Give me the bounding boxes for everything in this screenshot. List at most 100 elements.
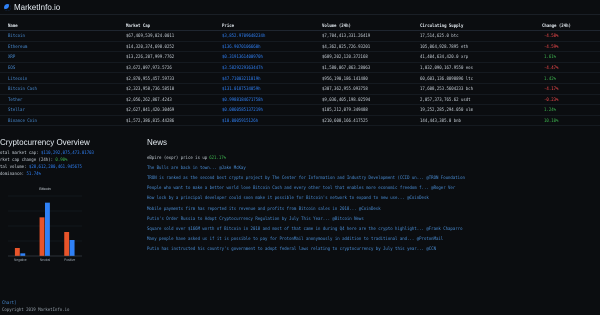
table-row: Binance Coin $1,572,386,815.44286 $10.00… [0, 116, 600, 127]
volume-value: $105,212,079.349488 [322, 107, 368, 113]
news-item[interactable]: Mobile payments firm has reported its re… [147, 203, 600, 213]
news-item[interactable]: Putin has instructed his country's gover… [147, 244, 600, 254]
table-header-row: Name Market Cap Price Volume (24h) Circu… [0, 20, 600, 31]
coin-name-link[interactable]: XRP [0, 54, 126, 59]
market-cap-value: $2,627,041,420.30469 [126, 107, 175, 113]
supply-value: 17,608,253.5604233 bch [420, 86, 473, 92]
news-panel: News eBpire (expr) price is up 621.17% T… [147, 138, 600, 254]
brand-name: MarketInfo.io [14, 3, 61, 12]
news-link[interactable]: Putin has instructed his country's gover… [147, 246, 436, 251]
supply-value: 2,057,373,765.62 usdt [420, 96, 471, 102]
chart-tick-label: Negative [14, 258, 27, 262]
price-value: $0.0860585137219h [222, 107, 263, 113]
news-link[interactable]: TRON is ranked as the second best crypto… [147, 175, 465, 180]
news-link[interactable]: Mobile payments firm has reported its re… [147, 206, 381, 211]
change-badge: 1.24% [544, 107, 557, 113]
copyright-text: Copyright 2019 MarketInfo.io [2, 307, 70, 312]
news-link[interactable]: People who want to make a better world l… [147, 185, 455, 190]
stat-total-market-cap: otal market cap: $110,292,075,473.01703 [0, 149, 150, 156]
market-cap-value: $67,469,539,024.0011 [126, 33, 175, 39]
chart-bar [39, 217, 45, 256]
supply-value: 41,404,634,420.0 xrp [420, 54, 469, 60]
volume-value: $307,362,955.093758 [322, 86, 368, 92]
chart-tick-label: Positive [64, 258, 75, 262]
stat-label: dominance: [0, 171, 25, 176]
overview-stats: otal market cap: $110,292,075,473.01703 … [0, 149, 150, 177]
coin-name-link[interactable]: Binance Coin [0, 118, 126, 123]
market-cap-value: $3,672,097,973.5726 [126, 65, 172, 71]
supply-value: 17,514,625.0 btc [420, 33, 459, 39]
change-badge: -4.59% [544, 43, 559, 49]
stat-total-volume: tal volume: $28,612,280,461.945675 [0, 163, 150, 170]
coin-name-link[interactable]: Bitcoin [0, 33, 126, 38]
change-badge: -0.23% [544, 96, 559, 102]
news-item[interactable]: TRON is ranked as the second best crypto… [147, 172, 600, 182]
coin-name-link[interactable]: Bitcoin Cash [0, 86, 126, 91]
change-badge: -4.17% [544, 86, 559, 92]
news-link[interactable]: How lock by a principal developer could … [147, 195, 429, 200]
news-link[interactable]: Square sold over $166M worth of Bitcoin … [147, 226, 462, 231]
top-bar: MarketInfo.io [0, 0, 600, 15]
market-cap-value: $2,056,262,867.4243 [126, 96, 172, 102]
stat-label: tal volume: [0, 164, 27, 169]
markets-table: Name Market Cap Price Volume (24h) Circu… [0, 20, 600, 127]
coin-name-link[interactable]: Tether [0, 97, 126, 102]
news-text: eBpire (expr) price is up [147, 154, 208, 160]
col-market-cap: Market Cap [126, 22, 151, 28]
volume-value: $9,036,405,198.02594 [322, 96, 371, 102]
table-row: Bitcoin Cash $2,323,958,736.58510 $131.0… [0, 84, 600, 95]
chart-bar [69, 240, 75, 256]
chart-link[interactable]: Chart] [2, 300, 16, 305]
news-item[interactable]: Putin's Order Russia to Adopt Cryptocurr… [147, 213, 600, 223]
price-value: $0.9988184671758h [222, 96, 263, 102]
col-volume: Volume (24h) [322, 22, 351, 28]
change-badge: 1.61% [544, 54, 557, 60]
coin-name-link[interactable]: Stellar [0, 107, 126, 112]
news-item[interactable]: The Bulls are back in town... @Jake McKa… [147, 162, 600, 172]
stat-value: 0.90% [55, 157, 68, 162]
market-cap-value: $14,320,374,698.0252 [126, 43, 175, 49]
supply-value: 144,443,385.0 bnb [420, 118, 461, 124]
volume-value: $210,608,166.417525 [322, 118, 368, 124]
news-link[interactable]: Putin's Order Russia to Adopt Cryptocurr… [147, 216, 364, 221]
stat-value: $110,292,075,473.01703 [40, 150, 94, 155]
news-link[interactable]: Many people have asked us if it is possi… [147, 236, 443, 241]
coin-name-link[interactable]: Ethereum [0, 44, 126, 49]
change-badge: -4.47% [544, 65, 559, 71]
col-supply: Circulating Supply [420, 22, 464, 28]
news-item[interactable]: How lock by a principal developer could … [147, 193, 600, 203]
table-row: EOS $3,672,097,973.5726 $3.5829229363447… [0, 63, 600, 74]
news-title: News [147, 138, 168, 147]
news-item[interactable]: Many people have asked us if it is possi… [147, 234, 600, 244]
price-value: $131.0187534059h [222, 86, 261, 92]
change-badge: 10.10% [544, 118, 559, 124]
news-item[interactable]: Square sold over $166M worth of Bitcoin … [147, 223, 600, 233]
news-item: eBpire (expr) price is up 621.17% [147, 152, 600, 162]
overview-title: Cryptocurrency Overview [0, 138, 90, 147]
market-cap-value: $2,870,955,457.59733 [126, 75, 175, 81]
supply-value: 1,032,090,167.9550 eos [420, 65, 473, 71]
stat-label: rket cap change (24h): [0, 157, 53, 162]
news-link[interactable]: The Bulls are back in town... @Jake McKa… [147, 165, 246, 170]
chart-bar [45, 202, 50, 256]
news-item[interactable]: People who want to make a better world l… [147, 183, 600, 193]
stat-value: $28,612,280,461.945675 [28, 164, 82, 169]
volume-value: $1,580,067,863.28063 [322, 65, 371, 71]
market-cap-value: $2,323,958,736.58510 [126, 86, 175, 92]
coin-name-link[interactable]: Litecoin [0, 76, 126, 81]
chart-tick-label: Neutral [40, 258, 51, 262]
stat-dominance: dominance: 51.74% [0, 170, 150, 177]
col-price: Price [222, 22, 235, 28]
volume-value: $7,704,413,331.26419 [322, 33, 371, 39]
chart-bar [64, 232, 70, 256]
coin-name-link[interactable]: EOS [0, 65, 126, 70]
supply-value: 19,252,285,294.050 xlm [420, 107, 473, 113]
price-value: $136.9070106660h [222, 43, 261, 49]
change-badge: -4.58% [544, 33, 559, 39]
price-value: $10.0005915126h [222, 118, 259, 124]
price-value: $0.3191361400970h [222, 54, 263, 60]
sentiment-chart: Bitcoin Negative Neutral Positive [0, 182, 90, 267]
brand[interactable]: MarketInfo.io [4, 3, 60, 12]
stat-value: 51.74% [26, 171, 41, 176]
table-row: XRP $13,226,207,999.7762 $0.319136140097… [0, 52, 600, 63]
